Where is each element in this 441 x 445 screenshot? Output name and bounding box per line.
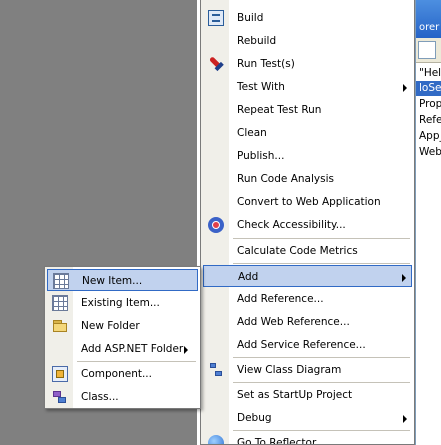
class-icon xyxy=(52,389,68,405)
reflector-icon xyxy=(208,435,224,444)
menu-item-label: Calculate Code Metrics xyxy=(237,245,358,257)
component-icon xyxy=(52,366,68,382)
properties-icon[interactable] xyxy=(418,41,436,59)
menu-item-label: Set as StartUp Project xyxy=(237,389,353,401)
tree-item[interactable]: "Hell xyxy=(419,66,441,81)
menu-item-build[interactable]: Build xyxy=(203,7,412,29)
solution-explorer-fragment: orer "Hell loSe Prop Refe App_ Web xyxy=(415,0,441,445)
menu-item-add[interactable]: Add xyxy=(203,265,412,287)
menu-separator xyxy=(77,361,196,362)
submenu-item-class[interactable]: Class... xyxy=(47,386,198,408)
menu-item-clean[interactable]: Clean xyxy=(203,122,412,144)
add-submenu: New Item... Existing Item... New Folder … xyxy=(44,266,201,409)
menu-item-label: Add xyxy=(238,271,259,283)
submenu-item-label: Add ASP.NET Folder xyxy=(81,343,184,355)
menu-item-label: Rebuild xyxy=(237,35,277,47)
rocket-icon xyxy=(205,53,228,76)
menu-item-view-class-diagram[interactable]: View Class Diagram xyxy=(203,359,412,381)
submenu-item-new-folder[interactable]: New Folder xyxy=(47,315,198,337)
menu-item-label: Add Reference... xyxy=(237,293,324,305)
class-diagram-icon xyxy=(208,362,224,378)
menu-separator xyxy=(233,430,410,431)
menu-item-label: Add Web Reference... xyxy=(237,316,350,328)
folder-icon xyxy=(52,318,68,334)
tree-item[interactable]: Web xyxy=(419,145,441,160)
menu-item-add-service-reference[interactable]: Add Service Reference... xyxy=(203,334,412,356)
submenu-item-label: New Folder xyxy=(81,320,140,332)
solution-explorer-titlebar: orer xyxy=(416,0,441,38)
menu-item-run-code-analysis[interactable]: Run Code Analysis xyxy=(203,168,412,190)
submenu-arrow-icon xyxy=(403,84,407,92)
menu-item-label: Add Service Reference... xyxy=(237,339,366,351)
solution-explorer-title: orer xyxy=(419,22,440,33)
menu-item-go-to-reflector[interactable]: Go To Reflector xyxy=(203,432,412,445)
menu-item-label: Convert to Web Application xyxy=(237,196,381,208)
menu-separator xyxy=(233,382,410,383)
menu-item-label: Run Test(s) xyxy=(237,58,295,70)
submenu-item-existing-item[interactable]: Existing Item... xyxy=(47,292,198,314)
menu-item-run-tests[interactable]: Run Test(s) xyxy=(203,53,412,75)
submenu-item-new-item[interactable]: New Item... xyxy=(47,269,198,291)
menu-item-add-reference[interactable]: Add Reference... xyxy=(203,288,412,310)
menu-item-label: Clean xyxy=(237,127,267,139)
menu-separator xyxy=(233,357,410,358)
menu-separator xyxy=(233,263,410,264)
submenu-item-label: Existing Item... xyxy=(81,297,160,309)
submenu-item-label: New Item... xyxy=(82,275,143,287)
menu-item-label: Check Accessibility... xyxy=(237,219,346,231)
menu-item-calculate-code-metrics[interactable]: Calculate Code Metrics xyxy=(203,240,412,262)
submenu-item-add-aspnet-folder[interactable]: Add ASP.NET Folder xyxy=(47,338,198,360)
accessibility-icon xyxy=(208,217,224,233)
tree-item[interactable]: Refe xyxy=(419,113,441,128)
menu-item-add-web-reference[interactable]: Add Web Reference... xyxy=(203,311,412,333)
submenu-item-label: Class... xyxy=(81,391,119,403)
tree-item[interactable]: App_ xyxy=(419,129,441,144)
submenu-item-label: Component... xyxy=(81,368,152,380)
existing-item-icon xyxy=(52,295,68,311)
project-context-menu: Build Rebuild Run Test(s) Test With Repe… xyxy=(200,0,415,445)
menu-item-test-with[interactable]: Test With xyxy=(203,76,412,98)
menu-item-label: Build xyxy=(237,12,264,24)
menu-item-label: Debug xyxy=(237,412,272,424)
submenu-arrow-icon xyxy=(402,274,406,282)
submenu-arrow-icon xyxy=(403,415,407,423)
tree-item-selected[interactable]: loSe xyxy=(416,81,441,96)
menu-item-set-as-startup-project[interactable]: Set as StartUp Project xyxy=(203,384,412,406)
menu-item-label: Repeat Test Run xyxy=(237,104,322,116)
menu-item-label: Run Code Analysis xyxy=(237,173,334,185)
menu-item-label: Test With xyxy=(237,81,285,93)
menu-item-convert-to-web-application[interactable]: Convert to Web Application xyxy=(203,191,412,213)
menu-item-label: Publish... xyxy=(237,150,285,162)
solution-explorer-toolbar xyxy=(416,38,441,63)
menu-item-check-accessibility[interactable]: Check Accessibility... xyxy=(203,214,412,236)
submenu-item-component[interactable]: Component... xyxy=(47,363,198,385)
build-icon xyxy=(208,10,224,26)
menu-item-label: View Class Diagram xyxy=(237,364,342,376)
submenu-arrow-icon xyxy=(184,346,188,354)
tree-item[interactable]: Prop xyxy=(419,97,441,112)
menu-item-repeat-test-run[interactable]: Repeat Test Run xyxy=(203,99,412,121)
menu-item-publish[interactable]: Publish... xyxy=(203,145,412,167)
menu-item-label: Go To Reflector xyxy=(237,437,317,445)
menu-item-debug[interactable]: Debug xyxy=(203,407,412,429)
new-item-icon xyxy=(53,273,69,289)
menu-item-rebuild[interactable]: Rebuild xyxy=(203,30,412,52)
menu-separator xyxy=(233,238,410,239)
